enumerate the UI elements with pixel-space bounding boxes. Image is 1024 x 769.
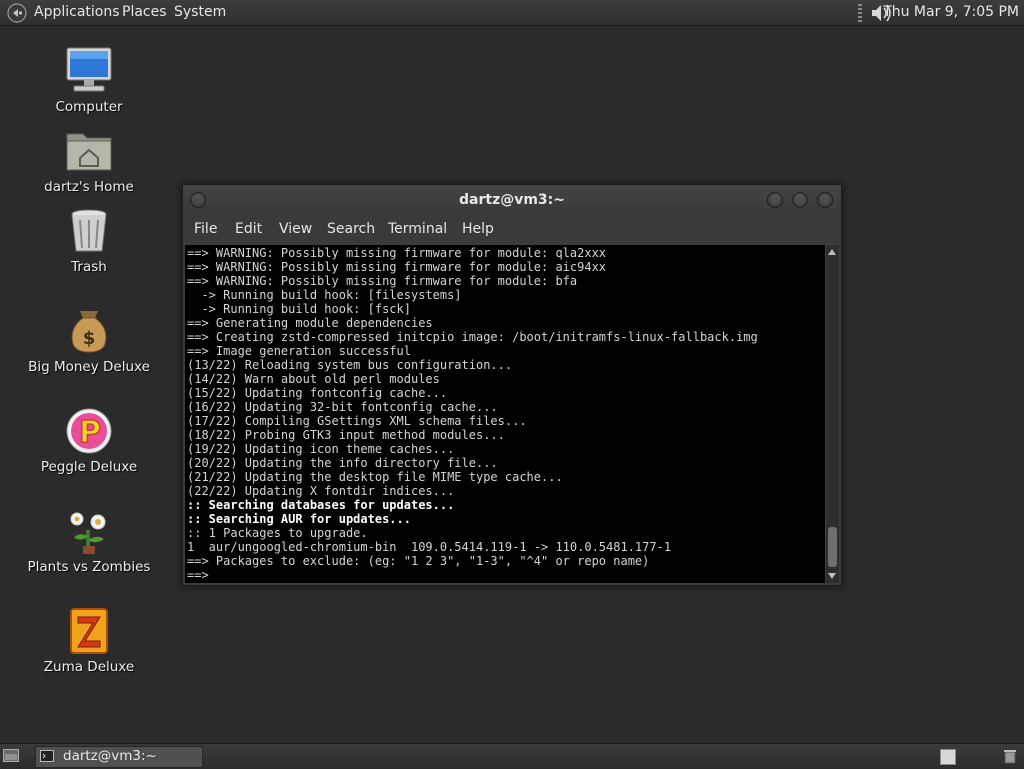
terminal-icon bbox=[40, 750, 54, 762]
menu-applications[interactable]: Applications bbox=[34, 4, 120, 20]
panel-separator bbox=[858, 4, 862, 22]
taskbar-window-label: dartz@vm3:~ bbox=[63, 748, 157, 764]
terminal-line: (21/22) Updating the desktop file MIME t… bbox=[187, 470, 563, 484]
menu-places[interactable]: Places bbox=[122, 4, 167, 20]
terminal-line: :: Searching databases for updates... bbox=[187, 498, 455, 512]
gnome-foot-icon[interactable] bbox=[7, 3, 27, 23]
desktop-icon-label: Plants vs Zombies bbox=[27, 559, 151, 575]
trash-icon bbox=[71, 209, 107, 252]
terminal-line: ==> Generating module dependencies bbox=[187, 316, 433, 330]
desktop-icon-peggle[interactable]: P Peggle Deluxe bbox=[20, 406, 158, 475]
terminal-scrollbar[interactable] bbox=[826, 245, 839, 583]
window-title: dartz@vm3:~ bbox=[459, 192, 565, 208]
scroll-down-arrow-icon[interactable] bbox=[828, 573, 836, 579]
peggle-icon: P bbox=[66, 408, 112, 454]
terminal-line: 1 aur/ungoogled-chromium-bin 109.0.5414.… bbox=[187, 540, 672, 554]
svg-text:P: P bbox=[79, 415, 101, 450]
money-bag-icon: $ bbox=[71, 311, 107, 353]
terminal-line: (14/22) Warn about old perl modules bbox=[187, 372, 440, 386]
terminal-output[interactable]: ==> WARNING: Possibly missing firmware f… bbox=[185, 245, 825, 583]
menu-search[interactable]: Search bbox=[327, 221, 375, 237]
svg-text:$: $ bbox=[83, 328, 96, 349]
desktop-icon-label: Computer bbox=[55, 99, 123, 115]
terminal-line: (19/22) Updating icon theme caches... bbox=[187, 442, 455, 456]
close-button[interactable] bbox=[817, 192, 833, 208]
desktop-icon-trash[interactable]: Trash bbox=[20, 206, 158, 275]
menu-view[interactable]: View bbox=[279, 221, 312, 237]
taskbar-window-button[interactable]: dartz@vm3:~ bbox=[35, 746, 203, 768]
terminal-line: ==> bbox=[187, 568, 209, 582]
desktop-icon-label: Peggle Deluxe bbox=[40, 459, 138, 475]
menu-help[interactable]: Help bbox=[462, 221, 494, 237]
desktop-icon-label: Zuma Deluxe bbox=[43, 659, 135, 675]
terminal-line: -> Running build hook: [filesystems] bbox=[187, 288, 462, 302]
terminal-line: (13/22) Reloading system bus configurati… bbox=[187, 358, 513, 372]
terminal-line: -> Running build hook: [fsck] bbox=[187, 302, 411, 316]
desktop-icon-big-money[interactable]: $ Big Money Deluxe bbox=[20, 306, 158, 375]
desktop-icon-label: Trash bbox=[71, 259, 107, 275]
terminal-line: (15/22) Updating fontconfig cache... bbox=[187, 386, 448, 400]
show-desktop-icon[interactable] bbox=[3, 749, 19, 762]
terminal-text: ==> WARNING: Possibly missing firmware f… bbox=[185, 245, 825, 582]
scroll-up-arrow-icon[interactable] bbox=[828, 249, 836, 255]
desktop-icon-label: Big Money Deluxe bbox=[28, 359, 150, 375]
top-panel: Applications Places System Thu Mar 9, 7:… bbox=[0, 0, 1024, 26]
clock[interactable]: Thu Mar 9, 7:05 PM bbox=[883, 4, 1019, 20]
menu-file[interactable]: File bbox=[194, 221, 217, 237]
terminal-line: (22/22) Updating X fontdir indices... bbox=[187, 484, 455, 498]
menu-system[interactable]: System bbox=[174, 4, 226, 20]
desktop-icon-zuma[interactable]: Zuma Deluxe bbox=[20, 606, 158, 675]
terminal-line: ==> Packages to exclude: (eg: "1 2 3", "… bbox=[187, 554, 650, 568]
terminal-line: ==> WARNING: Possibly missing firmware f… bbox=[187, 246, 607, 260]
menu-edit[interactable]: Edit bbox=[235, 221, 262, 237]
terminal-line: (16/22) Updating 32-bit fontconfig cache… bbox=[187, 400, 498, 414]
desktop-icon-plants-vs-zombies[interactable]: Plants vs Zombies bbox=[20, 506, 158, 575]
terminal-line: (17/22) Compiling GSettings XML schema f… bbox=[187, 414, 527, 428]
computer-icon bbox=[66, 47, 112, 92]
desktop-icon-computer[interactable]: Computer bbox=[20, 46, 158, 115]
plants-vs-zombies-icon bbox=[70, 512, 106, 554]
terminal-line: ==> WARNING: Possibly missing firmware f… bbox=[187, 274, 578, 288]
menu-terminal[interactable]: Terminal bbox=[388, 221, 447, 237]
trash-applet-icon[interactable] bbox=[1002, 748, 1018, 764]
terminal-line: ==> Creating zstd-compressed initcpio im… bbox=[187, 330, 758, 344]
bottom-panel: dartz@vm3:~ bbox=[0, 743, 1024, 769]
desktop-icon-home[interactable]: dartz's Home bbox=[20, 126, 158, 195]
desktop-icon-label: dartz's Home bbox=[44, 179, 134, 195]
terminal-window[interactable]: dartz@vm3:~ File Edit View Search Termin… bbox=[182, 184, 842, 586]
terminal-line: (20/22) Updating the info directory file… bbox=[187, 456, 498, 470]
window-titlebar[interactable]: dartz@vm3:~ bbox=[183, 185, 841, 215]
terminal-line: (18/22) Probing GTK3 input method module… bbox=[187, 428, 505, 442]
scrollbar-thumb[interactable] bbox=[828, 527, 837, 567]
terminal-line: ==> Image generation successful bbox=[187, 344, 411, 358]
terminal-line: :: Searching AUR for updates... bbox=[187, 512, 411, 526]
terminal-line: ==> WARNING: Possibly missing firmware f… bbox=[187, 260, 607, 274]
home-folder-icon bbox=[66, 133, 112, 171]
workspace-switcher[interactable] bbox=[940, 749, 956, 765]
maximize-button[interactable] bbox=[792, 192, 808, 208]
zuma-icon bbox=[70, 608, 108, 654]
terminal-line: :: 1 Packages to upgrade. bbox=[187, 526, 368, 540]
minimize-button[interactable] bbox=[767, 192, 783, 208]
terminal-menubar: File Edit View Search Terminal Help bbox=[183, 215, 841, 243]
